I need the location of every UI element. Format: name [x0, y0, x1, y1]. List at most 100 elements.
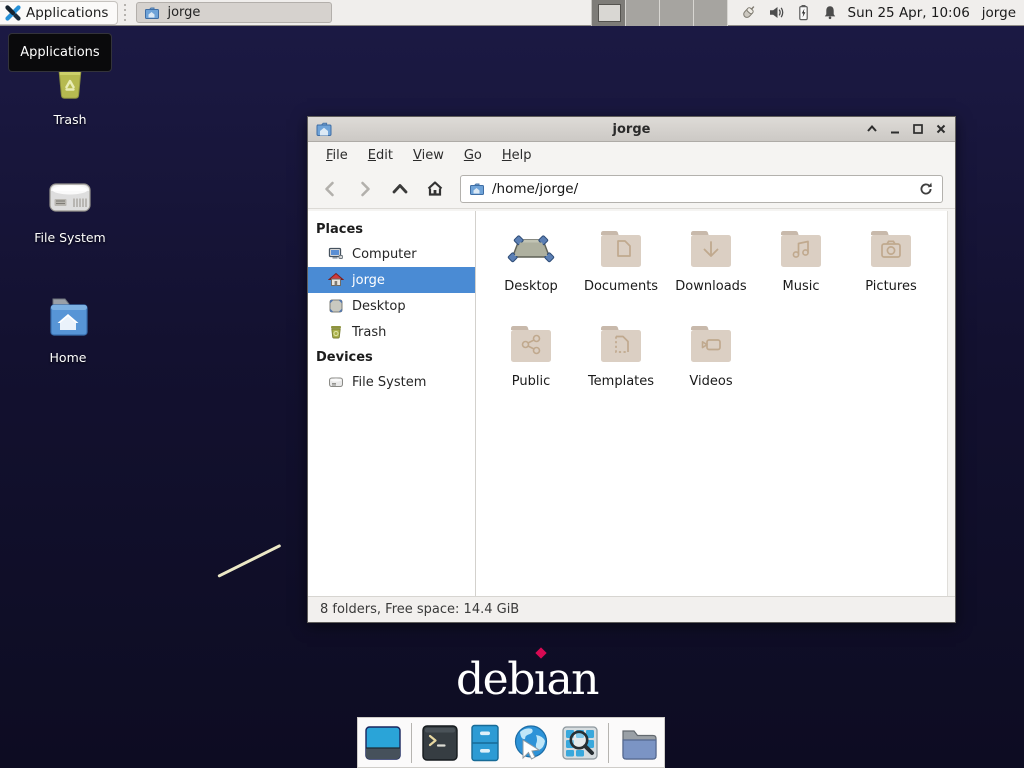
window-titlebar[interactable]: jorge	[308, 117, 955, 142]
sidebar-item-label: File System	[352, 375, 426, 390]
menu-edit[interactable]: Edit	[360, 145, 401, 166]
statusbar: 8 folders, Free space: 14.4 GiB	[308, 596, 955, 622]
file-label: Templates	[576, 374, 666, 389]
sidebar-item-desktop[interactable]: Desktop	[308, 293, 475, 319]
workspace-switcher	[591, 0, 728, 26]
templates-folder-icon	[597, 320, 645, 368]
forward-button[interactable]	[355, 179, 375, 199]
desktop-folder-icon	[507, 225, 555, 273]
debian-logo-i: ı	[534, 654, 547, 705]
sidebar-header-devices: Devices	[308, 345, 475, 369]
debian-logo: debıan	[456, 656, 598, 704]
file-item-desktop[interactable]: Desktop	[486, 225, 576, 320]
file-label: Public	[486, 374, 576, 389]
location-bar[interactable]: /home/jorge/	[460, 175, 943, 203]
debian-logo-text: deb	[456, 654, 534, 705]
trash-small-icon	[328, 324, 344, 340]
sidebar-item-label: Trash	[352, 325, 386, 340]
app-finder-icon	[560, 723, 600, 763]
file-view[interactable]: Desktop Documents	[476, 211, 955, 596]
sidebar-item-label: Desktop	[352, 299, 406, 314]
desktop-icon-label: File System	[22, 230, 118, 245]
show-desktop-launcher[interactable]	[363, 722, 403, 764]
workspace-4[interactable]	[694, 0, 728, 26]
panel-clock[interactable]: Sun 25 Apr, 10:06	[848, 5, 970, 21]
toolbar: /home/jorge/	[308, 169, 955, 209]
sidebar-header-places: Places	[308, 217, 475, 241]
system-tray	[728, 4, 848, 21]
mouse-tray-icon[interactable]	[740, 4, 757, 21]
app-finder-launcher[interactable]	[560, 722, 600, 764]
reload-icon[interactable]	[918, 181, 934, 197]
desktop-icon-label: Home	[20, 350, 116, 365]
workspace-2[interactable]	[626, 0, 660, 26]
desktop-icon-label: Trash	[22, 112, 118, 127]
taskbar-window-button[interactable]: jorge	[136, 2, 332, 23]
folder-icon	[144, 5, 160, 21]
path-text[interactable]: /home/jorge/	[492, 181, 911, 197]
menu-view[interactable]: View	[405, 145, 452, 166]
window-body: Places Computer	[308, 211, 955, 596]
menu-file[interactable]: File	[318, 145, 356, 166]
file-manager-launcher[interactable]	[617, 722, 659, 764]
debian-logo-text2: an	[546, 654, 598, 705]
taskbar-window-label: jorge	[167, 5, 200, 20]
sidebar: Places Computer	[308, 211, 476, 596]
file-item-music[interactable]: Music	[756, 225, 846, 320]
file-item-pictures[interactable]: Pictures	[846, 225, 936, 320]
battery-icon[interactable]	[796, 4, 811, 21]
launcher-dock	[357, 717, 665, 768]
notifications-bell-icon[interactable]	[822, 4, 838, 21]
applications-tooltip: Applications	[8, 33, 112, 72]
file-item-public[interactable]: Public	[486, 320, 576, 415]
maximize-button[interactable]	[911, 122, 925, 136]
applications-menu-label: Applications	[26, 5, 108, 21]
shade-button[interactable]	[865, 122, 879, 136]
scrollbar[interactable]	[947, 211, 955, 596]
documents-folder-icon	[597, 225, 645, 273]
sidebar-item-jorge[interactable]: jorge	[308, 267, 475, 293]
back-button[interactable]	[320, 179, 340, 199]
workspace-1[interactable]	[592, 0, 626, 26]
videos-folder-icon	[687, 320, 735, 368]
terminal-launcher[interactable]	[420, 722, 460, 764]
file-grid: Desktop Documents	[486, 225, 936, 415]
file-item-documents[interactable]: Documents	[576, 225, 666, 320]
close-button[interactable]	[934, 122, 948, 136]
show-desktop-icon	[363, 723, 403, 763]
home-button[interactable]	[425, 179, 445, 199]
sidebar-item-computer[interactable]: Computer	[308, 241, 475, 267]
file-item-downloads[interactable]: Downloads	[666, 225, 756, 320]
file-item-videos[interactable]: Videos	[666, 320, 756, 415]
desktop-icon-file-system[interactable]: File System	[22, 173, 118, 245]
web-browser-icon	[510, 722, 552, 764]
panel-handle[interactable]	[120, 4, 129, 22]
volume-icon[interactable]	[768, 4, 785, 21]
file-manager-window: jorge File Edit View Go Help	[307, 116, 956, 623]
minimize-button[interactable]	[888, 122, 902, 136]
pictures-folder-icon	[867, 225, 915, 273]
statusbar-text: 8 folders, Free space: 14.4 GiB	[320, 602, 519, 617]
sidebar-item-trash[interactable]: Trash	[308, 319, 475, 345]
sidebar-item-file-system[interactable]: File System	[308, 369, 475, 395]
public-folder-icon	[507, 320, 555, 368]
window-title: jorge	[308, 122, 955, 137]
web-browser-launcher[interactable]	[510, 722, 552, 764]
file-label: Downloads	[666, 279, 756, 294]
file-label: Pictures	[846, 279, 936, 294]
downloads-folder-icon	[687, 225, 735, 273]
menu-help[interactable]: Help	[494, 145, 540, 166]
up-button[interactable]	[390, 179, 410, 199]
workspace-3[interactable]	[660, 0, 694, 26]
file-cabinet-icon	[468, 723, 502, 763]
file-cabinet-launcher[interactable]	[468, 722, 502, 764]
desktop-icon-home[interactable]: Home	[20, 293, 116, 365]
terminal-icon	[420, 723, 460, 763]
file-item-templates[interactable]: Templates	[576, 320, 666, 415]
panel-user-label[interactable]: jorge	[970, 5, 1024, 21]
applications-menu-button[interactable]: Applications	[0, 1, 118, 25]
home-folder-icon	[44, 293, 92, 341]
home-icon	[328, 272, 344, 288]
xfce-logo-icon	[5, 5, 21, 21]
menu-go[interactable]: Go	[456, 145, 490, 166]
